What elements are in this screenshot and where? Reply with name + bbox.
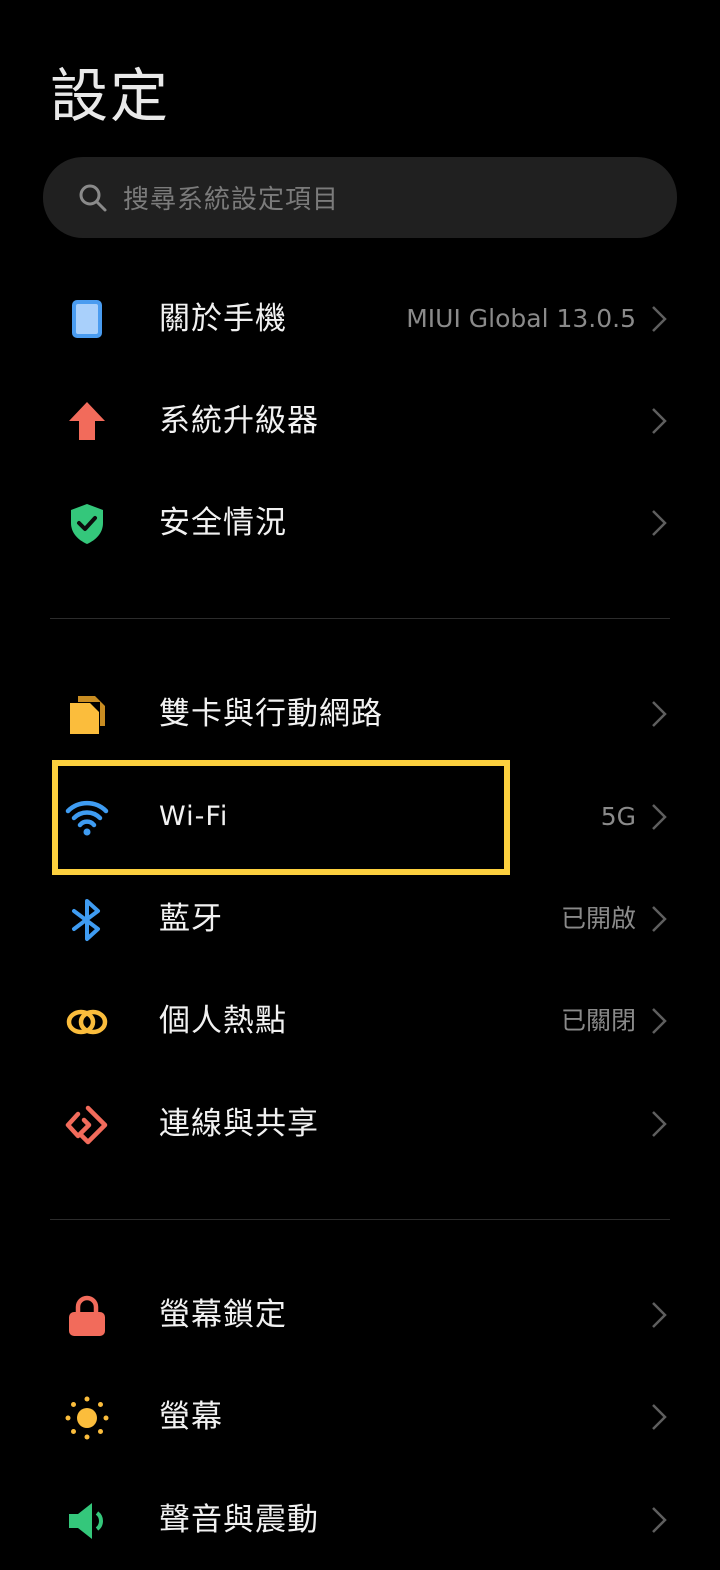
bluetooth-icon [64, 897, 110, 943]
settings-item-value: 5G [600, 802, 636, 831]
settings-item-label: 關於手機 [159, 301, 287, 337]
settings-item-label: 螢幕 [159, 1399, 223, 1435]
sim-card-icon [64, 692, 110, 738]
speaker-icon [64, 1498, 110, 1544]
settings-item-label: 螢幕鎖定 [159, 1297, 287, 1333]
lock-icon [64, 1293, 110, 1339]
settings-item-value: 已開啟 [560, 904, 636, 933]
search-bar[interactable]: 搜尋系統設定項目 [43, 157, 677, 238]
settings-item-sound-vibration[interactable]: 聲音與震動 [0, 1470, 720, 1570]
chevron-right-icon [652, 306, 667, 332]
settings-item-label: 安全情況 [159, 505, 287, 541]
settings-item-about-phone[interactable]: 關於手機 MIUI Global 13.0.5 [0, 269, 720, 369]
settings-item-label: 聲音與震動 [159, 1502, 319, 1538]
sun-icon [64, 1395, 110, 1441]
settings-item-label: 連線與共享 [159, 1106, 319, 1142]
settings-item-label: 系統升級器 [159, 403, 319, 439]
connection-sharing-icon [64, 1102, 110, 1148]
page-title: 設定 [50, 62, 171, 130]
settings-item-hotspot[interactable]: 個人熱點 已關閉 [0, 971, 720, 1071]
settings-item-lock-screen[interactable]: 螢幕鎖定 [0, 1265, 720, 1365]
chevron-right-icon [652, 1507, 667, 1533]
section-divider [50, 618, 670, 619]
settings-item-label: 藍牙 [159, 901, 223, 937]
settings-item-security-status[interactable]: 安全情況 [0, 473, 720, 573]
settings-item-display[interactable]: 螢幕 [0, 1367, 720, 1467]
chevron-right-icon [652, 510, 667, 536]
chevron-right-icon [652, 701, 667, 727]
hotspot-icon [64, 999, 110, 1045]
chevron-right-icon [652, 1111, 667, 1137]
settings-item-bluetooth[interactable]: 藍牙 已開啟 [0, 869, 720, 969]
chevron-right-icon [652, 408, 667, 434]
settings-item-system-update[interactable]: 系統升級器 [0, 371, 720, 471]
settings-item-sim-mobile-network[interactable]: 雙卡與行動網路 [0, 664, 720, 764]
settings-item-value: 已關閉 [560, 1006, 636, 1035]
chevron-right-icon [652, 804, 667, 830]
chevron-right-icon [652, 1404, 667, 1430]
search-icon [77, 182, 109, 214]
settings-item-label: 個人熱點 [159, 1003, 287, 1039]
settings-item-label: 雙卡與行動網路 [159, 696, 383, 732]
chevron-right-icon [652, 1008, 667, 1034]
settings-item-value: MIUI Global 13.0.5 [406, 304, 636, 333]
phone-icon [64, 297, 110, 343]
search-placeholder: 搜尋系統設定項目 [123, 185, 340, 215]
chevron-right-icon [652, 1302, 667, 1328]
shield-check-icon [64, 501, 110, 547]
arrow-up-icon [64, 399, 110, 445]
chevron-right-icon [652, 906, 667, 932]
settings-item-connection-sharing[interactable]: 連線與共享 [0, 1074, 720, 1174]
section-divider [50, 1219, 670, 1220]
highlight-box [52, 760, 510, 875]
